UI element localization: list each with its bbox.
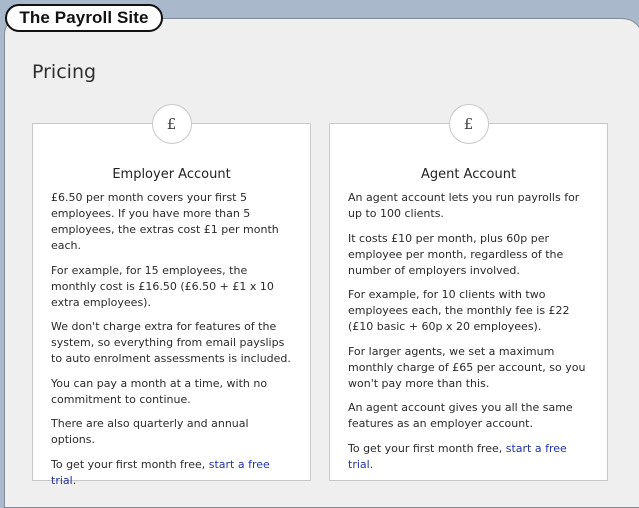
card-paragraph: For example, for 10 clients with two emp… [348,288,570,333]
card-paragraph: £6.50 per month covers your first 5 empl… [51,191,279,252]
employer-account-card: £ Employer Account £6.50 per month cover… [32,104,311,487]
trial-paragraph: To get your first month free, start a fr… [51,457,294,489]
card-body: £6.50 per month covers your first 5 empl… [51,190,294,497]
card-paragraph: It costs £10 per month, plus 60p per emp… [348,231,564,277]
trial-suffix: . [72,473,77,487]
trial-paragraph: To get your first month free, start a fr… [348,441,591,473]
trial-suffix: . [369,457,374,471]
card-paragraph: There are also quarterly and annual opti… [51,417,249,446]
trial-prefix: To get your first month free, [51,457,209,471]
card-title: Agent Account [420,167,517,182]
trial-prefix: To get your first month free, [348,441,506,455]
card-paragraph: An agent account gives you all the same … [348,401,573,430]
site-logo[interactable]: The Payroll Site [5,4,163,32]
card-paragraph: An agent account lets you run payrolls f… [348,191,580,220]
card-title: Employer Account [112,167,231,182]
card-paragraph: For larger agents, we set a maximum mont… [348,344,586,390]
pound-sign-icon: £ [151,104,192,144]
card-paragraph: For example, for 15 employees, the month… [51,263,274,309]
card-paragraph: You can pay a month at a time, with no c… [51,376,268,406]
agent-account-card: £ Agent Account An agent account lets yo… [329,104,608,481]
pound-sign-icon: £ [448,104,489,144]
card-body: An agent account lets you run payrolls f… [348,190,591,481]
card-paragraph: We don't charge extra for features of th… [51,320,291,365]
page-title: Pricing [32,61,97,83]
